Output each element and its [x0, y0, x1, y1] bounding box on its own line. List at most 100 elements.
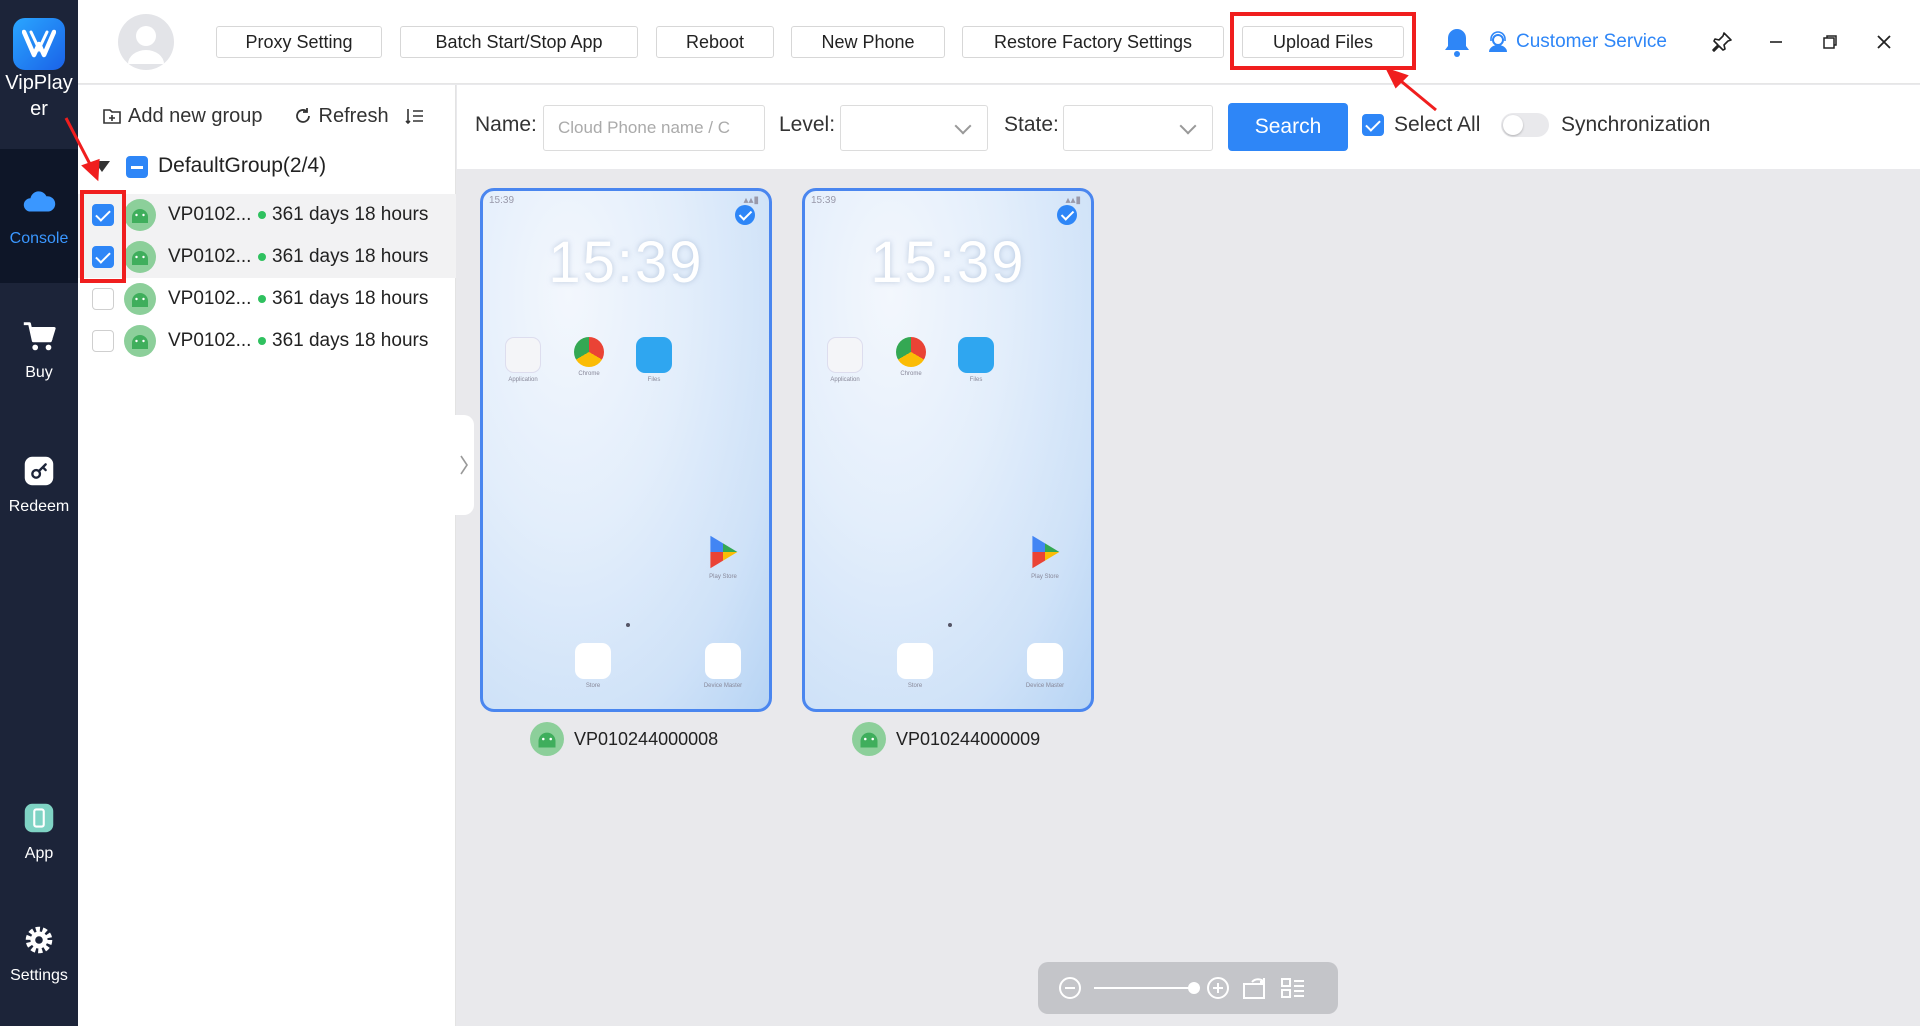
- rotate-screen-icon[interactable]: [1242, 976, 1268, 1000]
- restore-window-icon[interactable]: [1816, 28, 1844, 56]
- pin-icon[interactable]: [1708, 28, 1736, 56]
- store-icon: [897, 643, 933, 679]
- select-all-checkbox[interactable]: [1362, 114, 1384, 136]
- app-label: Store: [585, 683, 601, 689]
- select-all-label: Select All: [1394, 113, 1481, 136]
- collapse-panel-handle[interactable]: [454, 415, 474, 515]
- state-select[interactable]: [1063, 105, 1213, 151]
- zoom-out-icon[interactable]: [1058, 976, 1082, 1000]
- folder-icon: [505, 337, 541, 373]
- search-button[interactable]: Search: [1228, 103, 1348, 151]
- online-status-dot: [258, 253, 266, 261]
- app-label: Device Master: [703, 683, 743, 689]
- app-label: Device Master: [1025, 683, 1065, 689]
- app-application[interactable]: Application: [825, 337, 865, 383]
- app-files[interactable]: Files: [634, 337, 674, 383]
- android-icon: [530, 722, 564, 756]
- grid-layout-icon[interactable]: [1280, 976, 1306, 1000]
- nav-buy[interactable]: Buy: [0, 283, 78, 417]
- phone-label: VP010244000008: [530, 720, 718, 758]
- app-chrome[interactable]: Chrome: [569, 337, 609, 377]
- device-name: VP0102...: [168, 204, 252, 225]
- group-panel-tools: Add new group Refresh: [102, 99, 435, 133]
- sync-switch[interactable]: [1501, 113, 1549, 137]
- name-filter-label: Name:: [475, 113, 537, 136]
- batch-start-stop-button[interactable]: Batch Start/Stop App: [400, 26, 638, 58]
- proxy-setting-button[interactable]: Proxy Setting: [216, 26, 382, 58]
- device-remaining-time: 361 days 18 hours: [272, 288, 429, 309]
- cloud-phone-screen[interactable]: 15:39 ▴▴▮ 15:39 Application Chrome Files …: [480, 188, 772, 712]
- group-row-default[interactable]: DefaultGroup(2/4): [78, 145, 456, 189]
- zoom-in-icon[interactable]: [1206, 976, 1230, 1000]
- device-name: VP0102...: [168, 288, 252, 309]
- app-files[interactable]: Files: [956, 337, 996, 383]
- phone-selected-check-icon[interactable]: [1057, 205, 1077, 225]
- device-row[interactable]: VP0102... 361 days 18 hours: [78, 320, 456, 362]
- close-icon[interactable]: [1870, 28, 1898, 56]
- app-store[interactable]: Store: [573, 643, 613, 689]
- refresh-button[interactable]: Refresh: [293, 105, 389, 128]
- nav-console-label: Console: [9, 230, 69, 247]
- lockscreen-clock: 15:39: [870, 230, 1026, 295]
- filter-bar: Name: Cloud Phone name / C Level: State:…: [457, 85, 1920, 169]
- synchronization-toggle[interactable]: Synchronization: [1501, 113, 1710, 137]
- phone-selected-check-icon[interactable]: [735, 205, 755, 225]
- add-new-group-button[interactable]: Add new group: [102, 105, 263, 128]
- notification-bell-icon[interactable]: [1442, 26, 1472, 58]
- page-indicator: [948, 623, 952, 627]
- group-name: DefaultGroup(2/4): [158, 154, 327, 177]
- level-select[interactable]: [840, 105, 988, 151]
- app-store[interactable]: Store: [895, 643, 935, 689]
- app-application[interactable]: Application: [503, 337, 543, 383]
- chrome-icon: [896, 337, 926, 367]
- android-icon: [124, 241, 156, 273]
- online-status-dot: [258, 337, 266, 345]
- nav-redeem[interactable]: Redeem: [0, 417, 78, 551]
- app-device-master[interactable]: Device Master: [703, 643, 743, 689]
- user-avatar[interactable]: [118, 14, 174, 70]
- new-phone-button[interactable]: New Phone: [791, 26, 945, 58]
- minimize-icon[interactable]: [1762, 28, 1790, 56]
- expand-caret-icon[interactable]: [94, 161, 110, 172]
- tools-icon: [705, 643, 741, 679]
- group-checkbox[interactable]: [126, 156, 148, 178]
- phone-status-bar: 15:39 ▴▴▮: [811, 195, 1081, 206]
- cloud-phone-screen[interactable]: 15:39 ▴▴▮ 15:39 Application Chrome Files …: [802, 188, 1094, 712]
- online-status-dot: [258, 295, 266, 303]
- device-checkbox[interactable]: [92, 330, 114, 352]
- device-row[interactable]: VP0102... 361 days 18 hours: [78, 236, 456, 278]
- chevron-down-icon: [954, 117, 972, 135]
- app-chrome[interactable]: Chrome: [891, 337, 931, 377]
- app-play-store[interactable]: Play Store: [1025, 534, 1065, 580]
- app-play-store[interactable]: Play Store: [703, 534, 743, 580]
- nav-app[interactable]: App: [0, 764, 78, 898]
- brand-name: VipPlayer: [5, 72, 73, 120]
- files-icon: [958, 337, 994, 373]
- refresh-icon: [295, 108, 310, 123]
- customer-service-link[interactable]: Customer Service: [1486, 26, 1667, 58]
- nav-settings-label: Settings: [10, 967, 68, 984]
- name-search-input[interactable]: Cloud Phone name / C: [543, 105, 765, 151]
- sort-list-icon[interactable]: [405, 106, 425, 126]
- lockscreen-clock: 15:39: [548, 230, 704, 295]
- device-checkbox[interactable]: [92, 288, 114, 310]
- reboot-button[interactable]: Reboot: [656, 26, 774, 58]
- support-agent-icon: [1489, 31, 1507, 52]
- nav-settings[interactable]: Settings: [0, 886, 78, 1020]
- zoom-slider[interactable]: [1094, 982, 1200, 994]
- phone-id: VP010244000009: [896, 728, 1041, 749]
- app-label: Application: [508, 377, 538, 383]
- add-folder-icon: [103, 109, 121, 124]
- app-device-master[interactable]: Device Master: [1025, 643, 1065, 689]
- select-all-toggle[interactable]: Select All: [1362, 113, 1480, 137]
- device-name: VP0102...: [168, 246, 252, 267]
- app-label: Files: [969, 377, 983, 383]
- chrome-icon: [574, 337, 604, 367]
- device-row[interactable]: VP0102... 361 days 18 hours: [78, 194, 456, 236]
- device-row[interactable]: VP0102... 361 days 18 hours: [78, 278, 456, 320]
- checkbox-highlight: [80, 190, 126, 283]
- chevron-right-icon: [460, 455, 468, 475]
- nav-console[interactable]: Console: [0, 149, 78, 283]
- device-remaining-time: 361 days 18 hours: [272, 330, 429, 351]
- restore-factory-button[interactable]: Restore Factory Settings: [962, 26, 1224, 58]
